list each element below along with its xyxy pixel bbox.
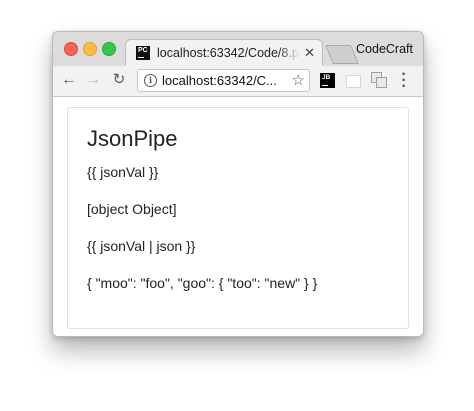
object-output-line: [object Object] <box>87 201 177 217</box>
layers-extension-icon[interactable] <box>371 72 387 88</box>
tab-title: localhost:63342/Code/8.pipes <box>157 46 300 60</box>
new-tab-button[interactable] <box>325 45 359 64</box>
content-card: JsonPipe {{ jsonVal }} [object Object] {… <box>67 107 409 329</box>
tab-close-icon[interactable]: ✕ <box>304 45 315 61</box>
jetbrains-extension-icon[interactable]: JB <box>320 73 335 88</box>
browser-window: PC localhost:63342/Code/8.pipes ✕ CodeCr… <box>52 31 424 337</box>
menu-dots-icon[interactable]: · · · <box>400 67 408 95</box>
maximize-window-button[interactable] <box>102 42 116 56</box>
page-title: JsonPipe <box>87 126 178 151</box>
page-viewport: JsonPipe {{ jsonVal }} [object Object] {… <box>53 97 423 336</box>
blank-extension-icon[interactable] <box>346 75 361 88</box>
bookmark-star-icon[interactable]: ☆ <box>292 71 305 89</box>
url-text[interactable]: localhost:63342/C... <box>162 73 290 88</box>
close-window-button[interactable] <box>64 42 78 56</box>
forward-arrow-icon[interactable]: → <box>83 70 103 90</box>
favicon-label: PC <box>138 47 148 54</box>
info-icon[interactable]: i <box>144 74 157 87</box>
browser-tab[interactable]: PC localhost:63342/Code/8.pipes ✕ <box>125 39 323 66</box>
profile-name[interactable]: CodeCraft <box>356 42 413 56</box>
json-pipe-expression-line: {{ jsonVal | json }} <box>87 238 196 254</box>
pycharm-favicon-icon: PC <box>136 46 150 60</box>
minimize-window-button[interactable] <box>83 42 97 56</box>
back-arrow-icon[interactable]: ← <box>59 70 79 90</box>
browser-toolbar: ← → ↻ i localhost:63342/C... ☆ JB · · · <box>53 66 423 97</box>
address-bar[interactable]: i localhost:63342/C... ☆ <box>137 69 310 92</box>
json-output-line: { "moo": "foo", "goo": { "too": "new" } … <box>87 275 318 291</box>
title-bar: PC localhost:63342/Code/8.pipes ✕ CodeCr… <box>53 32 423 66</box>
jb-label: JB <box>322 74 331 81</box>
reload-icon[interactable]: ↻ <box>109 70 129 90</box>
template-expression-line: {{ jsonVal }} <box>87 164 159 180</box>
